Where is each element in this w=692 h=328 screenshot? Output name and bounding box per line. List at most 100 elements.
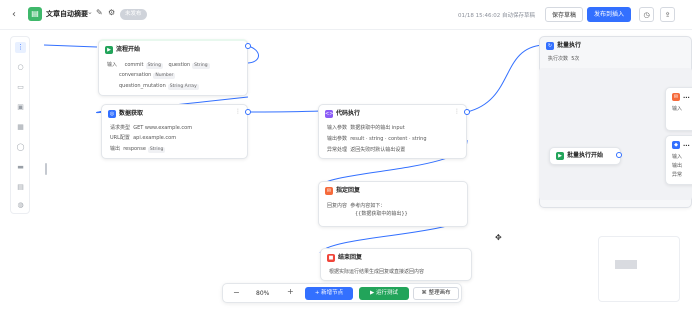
- type-tag: String Array: [167, 84, 199, 90]
- back-icon[interactable]: ‹: [12, 9, 24, 21]
- zoom-in-button[interactable]: +: [287, 287, 294, 296]
- run-test-button[interactable]: ▶ 运行测试: [359, 287, 409, 300]
- comment-icon[interactable]: ◯: [15, 142, 26, 153]
- type-tag: String: [147, 147, 166, 153]
- row-value: GET www.example.com: [133, 125, 193, 131]
- node-title: 批量执行: [557, 42, 582, 49]
- node-title: 数据获取: [119, 110, 144, 117]
- batch-item-node[interactable]: ◆ ... 输入 输出 异常: [665, 135, 692, 185]
- var-name: conversation: [119, 72, 152, 78]
- row-label: URL配置: [110, 135, 130, 141]
- http-node[interactable]: ◎ 数据获取 ⋮ 请求类型 GET www.example.com URL配置 …: [101, 104, 248, 159]
- document-icon[interactable]: ▤: [15, 182, 26, 193]
- history-icon[interactable]: ◷: [639, 7, 654, 22]
- chat-icon[interactable]: ○: [15, 62, 26, 73]
- row-value: api.example.com: [133, 135, 177, 141]
- zoom-level: 80%: [256, 290, 270, 297]
- gear-icon[interactable]: ⚙: [108, 8, 115, 17]
- row-value: 数据获取中的输出 input: [350, 125, 405, 131]
- resize-handle[interactable]: [45, 163, 47, 175]
- row-value: 5次: [571, 56, 580, 62]
- row-label: 输出: [110, 146, 121, 152]
- publish-button[interactable]: 发布到插入: [587, 7, 631, 22]
- start-icon: ▶: [556, 152, 564, 160]
- tidy-canvas-button[interactable]: ⌘ 整理画布: [413, 287, 459, 300]
- cursor-icon: ✥: [495, 233, 502, 242]
- node-title: 指定回复: [336, 187, 361, 194]
- node-title: 代码执行: [336, 110, 361, 117]
- tidy-label: 整理画布: [428, 290, 451, 296]
- left-toolbar: ⋮ ○ ▭ ▣ ▦ ◯ ▬ ▤ ◍: [10, 36, 30, 214]
- status-badge: 未发布: [120, 9, 147, 20]
- row-label: 输出参数: [327, 136, 348, 142]
- row-value: response: [123, 146, 146, 152]
- output-handle[interactable]: [464, 109, 470, 115]
- bottom-toolbar: − 80% + + 新增节点 ▶ 运行测试 ⌘ 整理画布: [222, 283, 462, 303]
- batch-start-node[interactable]: ▶ 批量执行开始: [549, 147, 621, 165]
- type-tag: Number: [153, 73, 176, 79]
- output-handle[interactable]: [245, 109, 251, 115]
- start-icon: ▶: [105, 46, 113, 54]
- autosave-status: 01/18 15:46:02 自动保存草稿: [458, 13, 536, 19]
- row-label: 输入: [672, 154, 683, 160]
- code-node[interactable]: <> 代码执行 ⋮ 输入参数 数据获取中的输出 input 输出参数 resul…: [318, 104, 467, 159]
- reply-icon: ✉: [672, 93, 680, 101]
- add-node-button[interactable]: + 新增节点: [305, 287, 353, 300]
- app-logo-icon: ▤: [28, 7, 42, 21]
- row-value: result · string · content · string: [350, 136, 427, 142]
- row-label: 输入: [672, 106, 683, 112]
- row-value: 返回失败时默认输出设置: [350, 147, 406, 153]
- code-icon: ◆: [672, 141, 680, 149]
- type-tag: String: [145, 63, 163, 69]
- row-label: 回复内容: [327, 203, 348, 209]
- knowledge-icon[interactable]: ▭: [15, 82, 26, 93]
- zoom-out-button[interactable]: −: [233, 288, 240, 297]
- table-icon[interactable]: ▦: [15, 122, 26, 133]
- reply-icon: ✉: [325, 187, 333, 195]
- row-label: 执行次数: [548, 56, 569, 62]
- loop-icon: ↻: [546, 42, 554, 50]
- node-title: 流程开始: [116, 46, 141, 53]
- var-name: commit: [124, 62, 144, 68]
- run-label: 运行测试: [375, 290, 398, 296]
- row-label: 输入参数: [327, 125, 348, 131]
- save-draft-button[interactable]: 保存草稿: [545, 7, 583, 22]
- more-icon[interactable]: ⋮: [454, 108, 460, 115]
- code-icon: <>: [325, 110, 334, 118]
- row-value: {{数据获取中的输出}}: [355, 211, 408, 217]
- node-title: 结束回复: [338, 254, 363, 261]
- globe-icon: ◎: [108, 110, 116, 118]
- type-tag: String: [192, 63, 210, 69]
- var-name: question_mutation: [119, 83, 166, 89]
- output-handle[interactable]: [616, 152, 622, 158]
- stop-icon: ■: [327, 254, 335, 262]
- node-title: ...: [683, 93, 690, 100]
- output-handle[interactable]: [245, 43, 251, 49]
- top-bar: ‹ ▤ 文章自动摘要 ⌄ ✎ ⚙ 未发布 01/18 15:46:02 自动保存…: [0, 0, 692, 30]
- message-icon[interactable]: ▬: [15, 162, 26, 173]
- end-text: 根据实际运行结果生成回复或直接返回内容: [329, 269, 425, 275]
- minimap-viewport[interactable]: [615, 260, 637, 269]
- plugin-icon[interactable]: ▣: [15, 102, 26, 113]
- row-label: 异常处理: [327, 147, 348, 153]
- row-label: 请求类型: [110, 125, 131, 131]
- workflow-icon[interactable]: ⋮: [15, 42, 26, 53]
- node-title: 批量执行开始: [567, 152, 604, 159]
- row-label: 异常: [672, 172, 683, 178]
- more-icon[interactable]: ⋮: [235, 108, 241, 115]
- minimap[interactable]: [598, 236, 680, 302]
- end-node[interactable]: ■ 结束回复 根据实际运行结果生成回复或直接返回内容: [320, 248, 472, 281]
- start-node[interactable]: ▶ 流程开始 输入 commit String question String co…: [98, 39, 248, 96]
- workflow-title: 文章自动摘要: [46, 10, 88, 18]
- row-value: 参考内容如下：: [350, 203, 386, 209]
- node-title: ...: [683, 141, 690, 148]
- chevron-down-icon[interactable]: ⌄: [87, 8, 93, 16]
- row-label: 输出: [672, 163, 683, 169]
- share-icon[interactable]: ⇪: [660, 7, 675, 22]
- reply-node[interactable]: ✉ 指定回复 回复内容 参考内容如下： {{数据获取中的输出}}: [318, 181, 468, 227]
- batch-item-node[interactable]: ✉ ... 输入: [665, 87, 692, 131]
- settings-icon[interactable]: ◍: [15, 200, 26, 211]
- var-name: question: [168, 62, 191, 68]
- edit-icon[interactable]: ✎: [96, 8, 103, 17]
- input-label: 输入: [107, 62, 118, 68]
